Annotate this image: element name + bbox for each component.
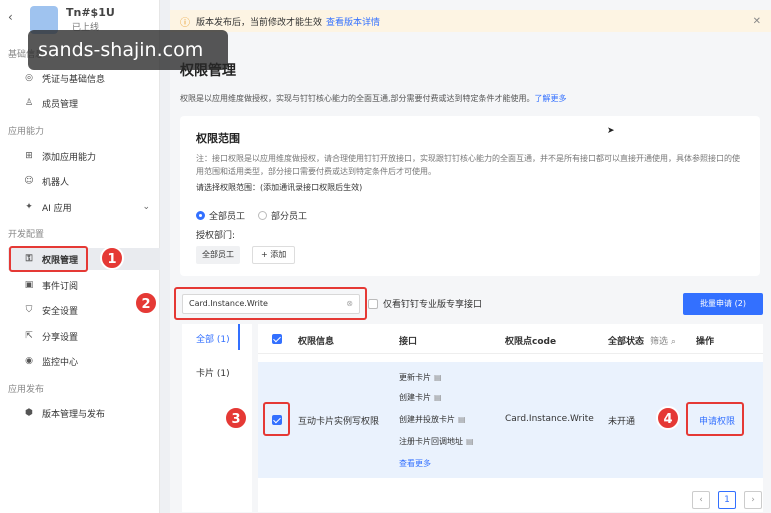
notice-text: 版本发布后，当前修改才能生效 xyxy=(196,17,323,28)
share-icon: ⇱ xyxy=(25,331,33,341)
ai-icon: ✦ xyxy=(25,202,33,212)
permission-status: 未开通 xyxy=(608,417,636,427)
notice-bar: ⓘ 版本发布后，当前修改才能生效 查看版本详情 ✕ xyxy=(170,10,771,32)
back-arrow-icon[interactable]: ‹ xyxy=(8,10,13,24)
close-icon[interactable]: ✕ xyxy=(753,16,761,27)
callout-2: 2 xyxy=(134,291,158,315)
robot-icon: ☺ xyxy=(24,176,34,186)
mouse-cursor-icon: ➤ xyxy=(607,126,615,136)
sidebar-item-bot[interactable]: ☺ 机器人 xyxy=(8,170,160,192)
sidebar-item-share[interactable]: ⇱ 分享设置 xyxy=(8,325,160,347)
highlight-apply xyxy=(686,402,744,436)
callout-3: 3 xyxy=(224,406,248,430)
api-item: 创建并投放卡片 ▤ xyxy=(399,415,466,424)
pro-only-checkbox[interactable]: 仅看钉钉专业版专享接口 xyxy=(368,297,482,310)
highlight-search xyxy=(174,287,367,320)
th-status: 全部状态 xyxy=(608,337,645,347)
select-all-checkbox[interactable] xyxy=(272,334,282,344)
filter-active-indicator xyxy=(238,324,240,350)
batch-apply-button[interactable]: 批量申请 (2) xyxy=(683,293,763,315)
version-icon: ⬢ xyxy=(25,408,33,418)
nav-section-capability: 应用能力 xyxy=(8,127,45,137)
doc-icon[interactable]: ▤ xyxy=(434,393,442,402)
doc-icon[interactable]: ▤ xyxy=(466,437,474,446)
pager-prev[interactable]: ‹ xyxy=(692,491,710,509)
monitor-icon: ◉ xyxy=(25,356,33,366)
doc-icon[interactable]: ▤ xyxy=(458,415,466,424)
page-description: 权限是以应用维度做授权，实现与钉钉核心能力的全面互通,部分需要付费或达到特定条件… xyxy=(180,94,567,103)
api-item: 注册卡片回调地址 ▤ xyxy=(399,437,474,446)
sidebar-item-versions[interactable]: ⬢ 版本管理与发布 xyxy=(8,402,160,424)
dept-chip: 全部员工 xyxy=(196,246,240,264)
view-more-link[interactable]: 查看更多 xyxy=(399,458,431,469)
watermark: sands-shajin.com xyxy=(28,30,228,70)
sidebar-item-members[interactable]: ♙ 成员管理 xyxy=(8,92,160,114)
th-code: 权限点code xyxy=(505,337,557,347)
sidebar-item-events[interactable]: ▣ 事件订阅 xyxy=(8,274,160,296)
grid-icon: ⊞ xyxy=(25,151,33,161)
highlight-permissions xyxy=(9,246,88,272)
checkbox-icon xyxy=(368,298,378,309)
status-filter[interactable]: 筛选 ⌕ xyxy=(650,334,676,347)
doc-icon[interactable]: ▤ xyxy=(434,373,442,382)
th-api: 接口 xyxy=(399,337,418,347)
search-icon: ⌕ xyxy=(670,337,676,347)
warning-icon: ⓘ xyxy=(180,17,190,29)
nav-section-dev: 开发配置 xyxy=(8,230,45,240)
permission-code: Card.Instance.Write xyxy=(505,414,594,424)
radio-unselected-icon xyxy=(258,211,267,220)
event-icon: ▣ xyxy=(24,280,34,290)
api-item: 创建卡片 ▤ xyxy=(399,393,442,402)
callout-1: 1 xyxy=(100,246,124,270)
notice-link[interactable]: 查看版本详情 xyxy=(326,15,380,28)
radio-all-staff[interactable]: 全部员工 xyxy=(196,209,245,222)
radio-selected-icon xyxy=(196,211,205,220)
api-item: 更新卡片 ▤ xyxy=(399,373,442,382)
permission-name: 互动卡片实例写权限 xyxy=(298,417,380,427)
scope-title: 权限范围 xyxy=(196,132,240,145)
filter-all[interactable]: 全部 (1) xyxy=(196,332,230,345)
shield-icon: ⛉ xyxy=(25,305,33,315)
add-dept-button[interactable]: + 添加 xyxy=(252,246,296,264)
sidebar-item-add-capability[interactable]: ⊞ 添加应用能力 xyxy=(8,145,160,167)
filter-card[interactable]: 卡片 (1) xyxy=(196,366,230,379)
scope-note: 注：接口权限是以应用维度做授权，请合理使用钉钉开放接口，实现跟钉钉核心能力的全面… xyxy=(196,154,740,176)
key-icon: ◎ xyxy=(25,73,33,83)
scope-card: 权限范围 注：接口权限是以应用维度做授权，请合理使用钉钉开放接口，实现跟钉钉核心… xyxy=(180,116,760,276)
th-action: 操作 xyxy=(696,337,715,347)
chevron-down-icon: ⌄ xyxy=(142,202,150,212)
pager-next[interactable]: › xyxy=(744,491,762,509)
callout-4: 4 xyxy=(656,406,680,430)
pager-current[interactable]: 1 xyxy=(718,491,736,509)
nav-section-release: 应用发布 xyxy=(8,385,45,395)
sidebar-item-monitor[interactable]: ◉ 监控中心 xyxy=(8,350,160,372)
radio-part-staff[interactable]: 部分员工 xyxy=(258,209,307,222)
highlight-row-checkbox xyxy=(263,402,290,436)
user-icon: ♙ xyxy=(24,98,34,108)
sidebar-item-ai-app[interactable]: ✦ AI 应用 ⌄ xyxy=(8,196,160,218)
dept-label: 授权部门: xyxy=(196,231,236,241)
main-content: ⓘ 版本发布后，当前修改才能生效 查看版本详情 ✕ 权限管理 权限是以应用维度做… xyxy=(170,0,771,513)
th-info: 权限信息 xyxy=(298,337,335,347)
scope-select-label: 请选择权限范围：(添加通讯录接口权限后生效) xyxy=(196,183,363,192)
table-header: 权限信息 接口 权限点code 全部状态 筛选 ⌕ 操作 xyxy=(258,324,763,354)
learn-more-link[interactable]: 了解更多 xyxy=(535,94,567,103)
sidebar-item-credentials[interactable]: ◎ 凭证与基础信息 xyxy=(8,67,160,89)
app-name: Tn#$1U xyxy=(66,6,115,19)
